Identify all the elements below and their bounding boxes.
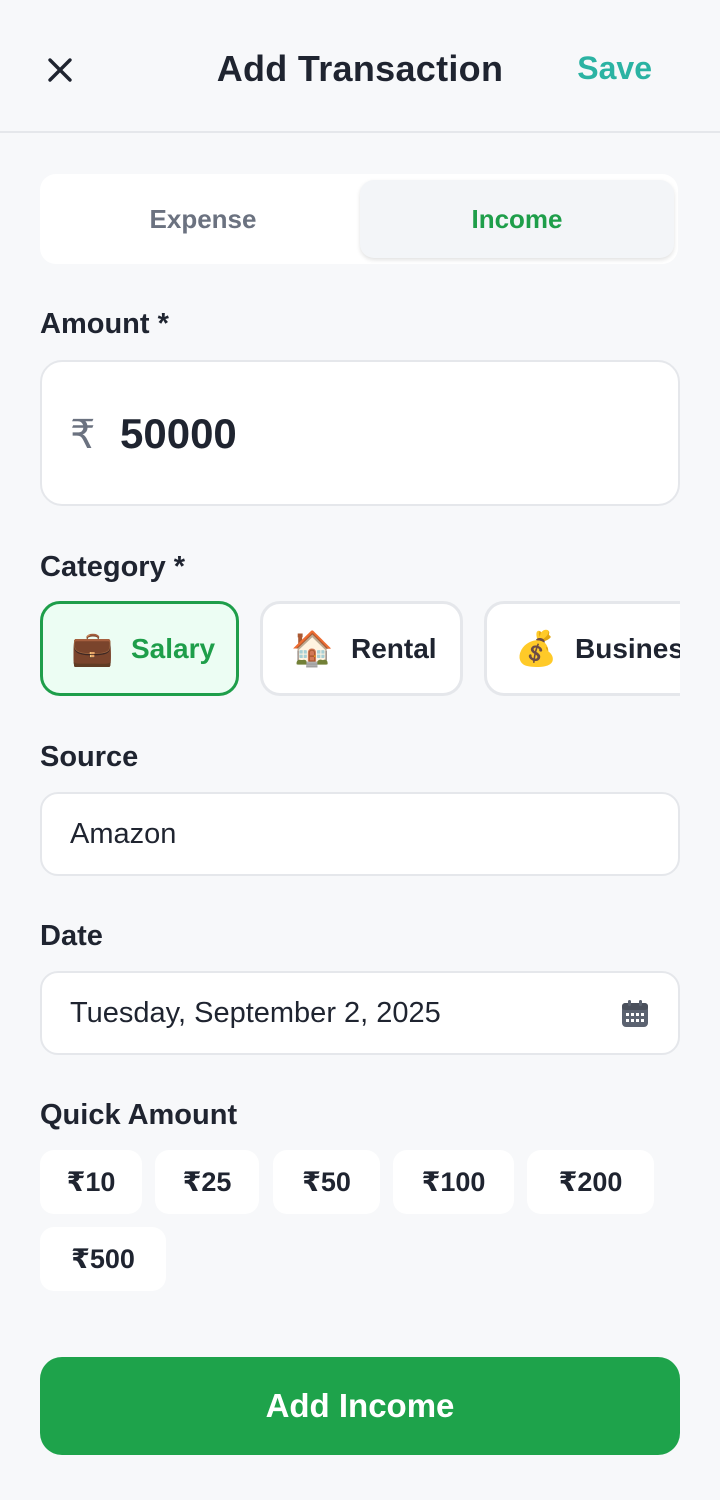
quick-amount-chip[interactable]: ₹100 xyxy=(393,1150,514,1214)
category-label-rental: Rental xyxy=(351,632,437,664)
amount-value: 50000 xyxy=(120,410,237,457)
date-field[interactable]: Tuesday, September 2, 2025 xyxy=(40,971,680,1055)
category-label-salary: Salary xyxy=(131,632,216,664)
quick-amount-label: Quick Amount xyxy=(40,1099,238,1131)
amount-input[interactable]: ₹ 50000 xyxy=(40,360,680,506)
top-app-bar: Add Transaction Save xyxy=(0,0,720,133)
money-bag-icon: 💰 xyxy=(515,629,558,668)
calendar-icon[interactable] xyxy=(620,999,650,1029)
tab-expense[interactable]: Expense xyxy=(46,180,360,258)
date-label: Date xyxy=(40,920,103,952)
tab-income[interactable]: Income xyxy=(360,180,674,258)
source-value: Amazon xyxy=(70,818,177,850)
briefcase-icon: 💼 xyxy=(71,629,114,668)
category-label: Category * xyxy=(40,551,186,583)
quick-amount-chip[interactable]: ₹25 xyxy=(155,1150,259,1214)
date-value: Tuesday, September 2, 2025 xyxy=(70,997,441,1029)
category-business[interactable]: 💰 Business xyxy=(484,601,680,696)
transaction-type-toggle: Expense Income xyxy=(40,174,678,264)
quick-amount-chip[interactable]: ₹200 xyxy=(527,1150,654,1214)
amount-label: Amount * xyxy=(40,308,169,340)
quick-amount-chip[interactable]: ₹10 xyxy=(40,1150,142,1214)
add-income-button[interactable]: Add Income xyxy=(40,1357,680,1455)
save-button[interactable]: Save xyxy=(577,50,652,87)
source-input[interactable]: Amazon xyxy=(40,792,680,876)
quick-amount-chip[interactable]: ₹50 xyxy=(273,1150,380,1214)
currency-symbol: ₹ xyxy=(70,413,96,457)
source-label: Source xyxy=(40,741,139,773)
category-label-business: Business xyxy=(575,632,680,664)
quick-amount-chip[interactable]: ₹500 xyxy=(40,1227,166,1291)
category-salary[interactable]: 💼 Salary xyxy=(40,601,239,696)
house-icon: 🏠 xyxy=(291,629,334,668)
category-rental[interactable]: 🏠 Rental xyxy=(260,601,463,696)
category-list: 💼 Salary 🏠 Rental 💰 Business xyxy=(40,601,680,697)
